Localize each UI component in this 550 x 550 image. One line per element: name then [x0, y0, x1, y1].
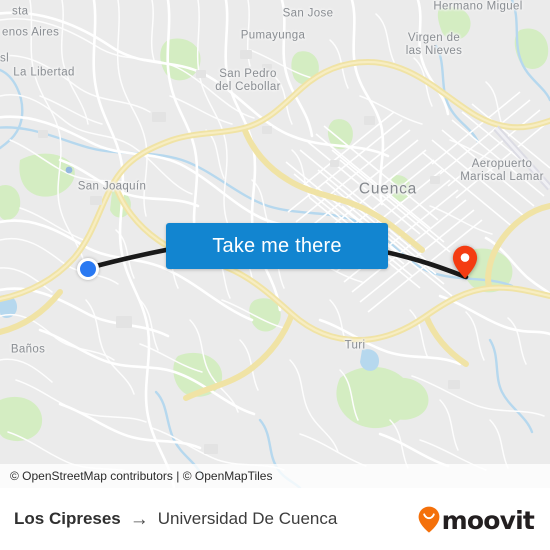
footer-bar: Los Cipreses → Universidad De Cuenca moo… — [0, 488, 550, 550]
attribution-text[interactable]: © OpenStreetMap contributors | © OpenMap… — [10, 469, 272, 483]
destination-pin-icon[interactable] — [452, 245, 478, 279]
arrow-right-icon: → — [129, 508, 149, 530]
route-title: Los Cipreses → Universidad De Cuenca — [14, 509, 337, 529]
poi-dot — [65, 166, 73, 174]
map-attribution-bar: © OpenStreetMap contributors | © OpenMap… — [0, 464, 550, 488]
moovit-pin-icon — [418, 506, 439, 533]
moovit-route-screenshot: sta enos Aires sl La Libertad San Jose P… — [0, 0, 550, 550]
take-me-there-button[interactable]: Take me there — [166, 223, 388, 269]
map-canvas[interactable]: sta enos Aires sl La Libertad San Jose P… — [0, 0, 550, 488]
moovit-wordmark: moovit — [441, 505, 535, 535]
route-origin-label: Los Cipreses — [14, 509, 121, 528]
moovit-logo[interactable]: moovit — [418, 505, 535, 535]
route-destination-label: Universidad De Cuenca — [157, 509, 338, 528]
origin-marker[interactable] — [77, 258, 99, 280]
